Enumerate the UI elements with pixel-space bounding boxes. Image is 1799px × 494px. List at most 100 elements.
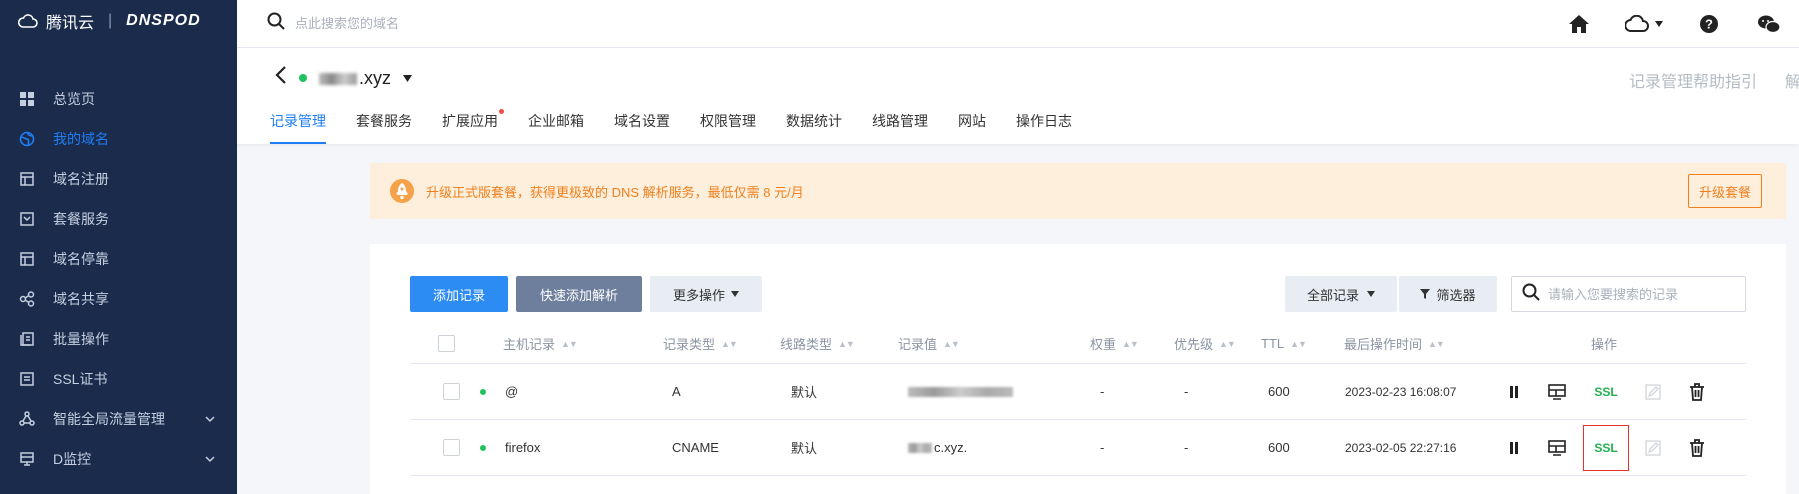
home-icon[interactable] — [1549, 0, 1609, 48]
record-line: 默认 — [791, 385, 818, 400]
sidebar-item-label: 智能全局流量管理 — [53, 411, 165, 427]
delete-icon[interactable] — [1686, 364, 1708, 419]
record-type: A — [672, 384, 681, 399]
select-all-cell — [438, 324, 455, 363]
col-value[interactable]: 记录值 ▲▼ — [898, 324, 960, 363]
col-type[interactable]: 记录类型 ▲▼ — [663, 324, 738, 363]
delete-icon[interactable] — [1686, 420, 1708, 475]
row-status-cell — [480, 364, 486, 419]
tab-domain-settings[interactable]: 域名设置 — [614, 111, 685, 144]
tab-record-management[interactable]: 记录管理 — [270, 111, 341, 144]
sidebar-item-domain-parking[interactable]: 域名停靠 — [0, 239, 237, 279]
row-checkbox-cell — [443, 420, 460, 475]
col-ttl[interactable]: TTL ▲▼ — [1261, 324, 1307, 363]
package-icon — [18, 210, 36, 228]
upgrade-package-button[interactable]: 升级套餐 — [1687, 174, 1762, 208]
brand-logo[interactable]: 腾讯云 | DNSPOD — [0, 0, 237, 42]
svg-text:?: ? — [1705, 17, 1713, 32]
col-line[interactable]: 线路类型 ▲▼ — [780, 324, 855, 363]
chevron-down-icon — [205, 451, 215, 467]
col-host[interactable]: 主机记录 ▲▼ — [503, 324, 578, 363]
record-priority: - — [1184, 384, 1189, 399]
record-enabled-dot — [480, 444, 486, 451]
traffic-icon — [18, 410, 36, 428]
record-search-input[interactable] — [1548, 286, 1738, 302]
domain-dropdown-caret-icon[interactable] — [403, 69, 413, 87]
record-weight: - — [1100, 384, 1105, 399]
wechat-icon[interactable] — [1739, 0, 1799, 48]
tab-enterprise-mail[interactable]: 企业邮箱 — [528, 111, 599, 144]
sidebar-item-d-monitor[interactable]: D监控 — [0, 439, 237, 479]
add-record-button[interactable]: 添加记录 — [410, 276, 508, 312]
select-all-checkbox[interactable] — [438, 335, 455, 352]
col-updated[interactable]: 最后操作时间 ▲▼ — [1344, 324, 1445, 363]
sort-icon: ▲▼ — [1219, 338, 1236, 349]
col-priority[interactable]: 优先级 ▲▼ — [1174, 324, 1236, 363]
record-updated: 2023-02-05 22:27:16 — [1345, 440, 1457, 455]
caret-down-icon — [1655, 21, 1663, 27]
sidebar-item-ssl[interactable]: SSL证书 — [0, 359, 237, 399]
sort-icon: ▲▼ — [1122, 338, 1139, 349]
table-header-row: 主机记录 ▲▼ 记录类型 ▲▼ 线路类型 ▲▼ 记录值 ▲▼ 权重 ▲▼ 优先级 ▲▼ TT… — [410, 324, 1746, 364]
tab-line-management[interactable]: 线路管理 — [872, 111, 943, 144]
row-checkbox[interactable] — [443, 383, 460, 400]
topbar: ? — [237, 0, 1799, 48]
records-card: 添加记录 快速添加解析 更多操作 全部记录 筛选器 主机记录▲▼ 记录类型▲▼ … — [370, 244, 1786, 494]
all-records-dropdown[interactable]: 全部记录 — [1285, 276, 1397, 312]
share-icon — [18, 290, 36, 308]
back-arrow-icon[interactable] — [275, 66, 287, 90]
domain-search-input[interactable] — [295, 16, 695, 31]
filter-button[interactable]: 筛选器 — [1399, 276, 1497, 312]
search-icon[interactable] — [267, 12, 285, 35]
domain-status-dot — [299, 74, 307, 82]
quick-add-button[interactable]: 快速添加解析 — [516, 276, 642, 312]
domain-name[interactable]: .xyz — [319, 68, 391, 89]
record-type: CNAME — [672, 440, 719, 455]
sidebar-item-domain-register[interactable]: 域名注册 — [0, 159, 237, 199]
sidebar-item-domain-share[interactable]: 域名共享 — [0, 279, 237, 319]
tab-extensions[interactable]: 扩展应用 — [442, 109, 513, 144]
record-value-redacted — [908, 442, 932, 453]
sidebar-item-overview[interactable]: 总览页 — [0, 79, 237, 119]
edit-icon-disabled[interactable] — [1642, 364, 1664, 419]
sidebar-item-label: SSL证书 — [53, 371, 108, 387]
monitor-record-icon[interactable] — [1546, 364, 1568, 419]
sidebar-item-label: 域名共享 — [53, 291, 109, 307]
help-link-truncated[interactable]: 解 — [1785, 68, 1799, 92]
more-ops-button[interactable]: 更多操作 — [650, 276, 762, 312]
sort-icon: ▲▼ — [561, 338, 578, 349]
records-toolbar: 添加记录 快速添加解析 更多操作 全部记录 筛选器 — [410, 276, 1746, 312]
sort-icon: ▲▼ — [838, 338, 855, 349]
sidebar-item-label: 总览页 — [53, 91, 95, 107]
ssl-highlight-box[interactable]: SSL — [1583, 424, 1629, 471]
help-icon[interactable]: ? — [1679, 0, 1739, 48]
ssl-button[interactable]: SSL — [1583, 364, 1629, 419]
tab-statistics[interactable]: 数据统计 — [786, 111, 857, 144]
sidebar-item-batch-ops[interactable]: 批量操作 — [0, 319, 237, 359]
monitor-record-icon[interactable] — [1546, 420, 1568, 475]
pause-icon[interactable] — [1504, 364, 1524, 419]
help-guide-link[interactable]: 记录管理帮助指引 — [1629, 68, 1757, 92]
tab-packages[interactable]: 套餐服务 — [356, 111, 427, 144]
sidebar-item-my-domains[interactable]: 我的域名 — [0, 119, 237, 159]
row-checkbox[interactable] — [443, 439, 460, 456]
sidebar-item-packages[interactable]: 套餐服务 — [0, 199, 237, 239]
dashboard-icon — [18, 90, 36, 108]
sidebar: 腾讯云 | DNSPOD 总览页 我的域名 域名注册 套餐服务 域名停靠 域名共… — [0, 0, 237, 494]
ssl-button[interactable]: SSL — [1583, 420, 1629, 475]
col-weight[interactable]: 权重 ▲▼ — [1090, 324, 1139, 363]
sidebar-item-label: 域名停靠 — [53, 251, 109, 267]
edit-icon-disabled[interactable] — [1642, 420, 1664, 475]
cloud-menu-icon[interactable] — [1609, 0, 1679, 48]
tab-operation-log[interactable]: 操作日志 — [1016, 111, 1087, 144]
caret-down-icon — [1367, 291, 1375, 297]
sidebar-item-global-traffic[interactable]: 智能全局流量管理 — [0, 399, 237, 439]
cloud-logo-icon — [18, 14, 38, 28]
pause-icon[interactable] — [1504, 420, 1524, 475]
caret-down-icon — [731, 291, 739, 297]
search-icon[interactable] — [1522, 283, 1540, 306]
tab-website[interactable]: 网站 — [958, 111, 1001, 144]
record-ttl: 600 — [1268, 440, 1290, 455]
domain-tabs: 记录管理 套餐服务 扩展应用 企业邮箱 域名设置 权限管理 数据统计 线路管理 … — [270, 109, 1102, 144]
tab-permissions[interactable]: 权限管理 — [700, 111, 771, 144]
